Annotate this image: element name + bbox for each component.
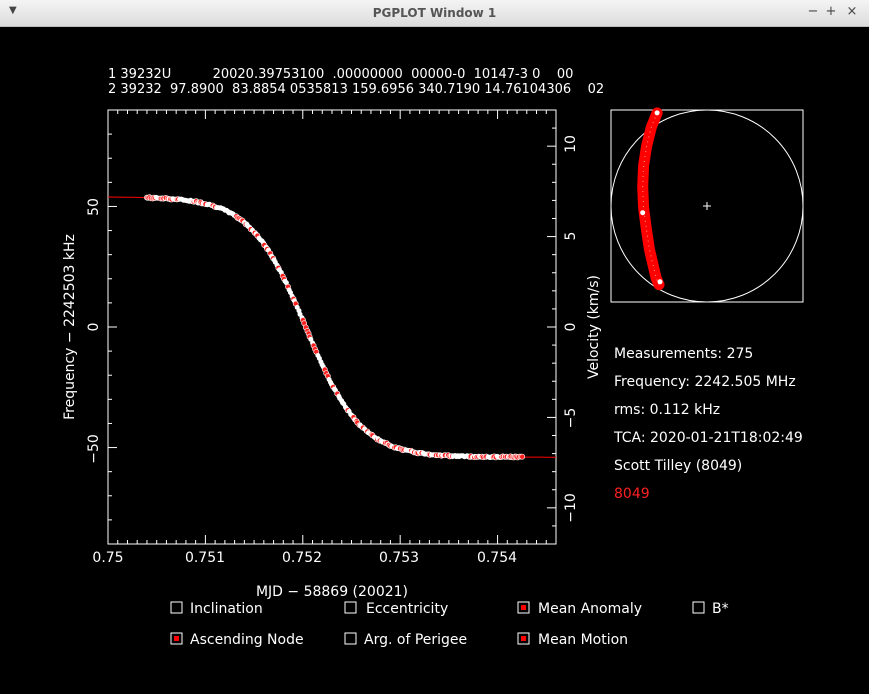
y2-tick-label: 0 xyxy=(563,323,579,332)
checkbox-mean-motion[interactable]: Mean Motion xyxy=(517,632,628,648)
observer-name: Scott Tilley (8049) xyxy=(614,458,742,474)
checkbox-label: Arg. of Perigee xyxy=(364,632,467,648)
measurement-points xyxy=(143,194,526,461)
station-id: 8049 xyxy=(614,486,650,502)
y2-tick-label: 10 xyxy=(563,135,579,153)
checkbox-label: B* xyxy=(712,601,729,617)
checkbox-mean-anomaly[interactable]: Mean Anomaly xyxy=(517,601,642,617)
x-tick-label: 0.754 xyxy=(477,550,517,566)
track-point xyxy=(657,279,663,285)
tle-line-2: 2 39232 97.8900 83.8854 0535813 159.6956… xyxy=(108,82,604,97)
tle-line-1: 1 39232U 20020.39753100 .00000000 00000-… xyxy=(108,67,573,82)
minimize-icon[interactable]: − xyxy=(806,4,820,19)
y-tick-label: 0 xyxy=(86,323,102,332)
checkbox-inclination[interactable]: Inclination xyxy=(170,601,263,617)
checkbox-label: Ascending Node xyxy=(190,632,304,648)
title-bar[interactable]: ▼ PGPLOT Window 1 − + × xyxy=(0,0,869,27)
x-tick-label: 0.753 xyxy=(379,550,419,566)
y2-tick-label: −10 xyxy=(563,493,579,523)
close-icon[interactable]: × xyxy=(845,4,859,19)
main-plot-frame xyxy=(107,109,557,545)
sky-view xyxy=(610,107,804,303)
x-tick-label: 0.75 xyxy=(92,550,123,566)
fit-curve xyxy=(108,196,556,458)
checkbox-bstar[interactable]: B* xyxy=(692,601,729,617)
checkbox-label: Eccentricity xyxy=(366,601,448,617)
pgplot-window: ▼ PGPLOT Window 1 − + × 1 39232U 20020.3… xyxy=(0,0,869,694)
track-band xyxy=(637,107,665,291)
y2-tick-label: −5 xyxy=(563,408,579,429)
checkbox-eccentricity[interactable]: Eccentricity xyxy=(344,601,448,617)
checkbox-label: Mean Motion xyxy=(538,632,628,648)
checkbox-arg-of-perigee[interactable]: Arg. of Perigee xyxy=(344,632,467,648)
frequency-value: Frequency: 2242.505 MHz xyxy=(614,374,796,390)
y2-axis-label: Velocity (km/s) xyxy=(586,275,602,379)
track-point xyxy=(654,110,660,116)
measurement-point xyxy=(519,453,526,460)
rms-value: rms: 0.112 kHz xyxy=(614,402,720,418)
maximize-icon[interactable]: + xyxy=(824,4,838,19)
plot-canvas: 1 39232U 20020.39753100 .00000000 00000-… xyxy=(62,67,804,648)
y-tick-label: 50 xyxy=(86,198,102,216)
main-axis-ticks xyxy=(107,110,557,544)
x-tick-label: 0.752 xyxy=(282,550,322,566)
y-tick-label: −50 xyxy=(86,434,102,464)
y2-tick-label: 5 xyxy=(563,232,579,241)
x-axis-label: MJD − 58869 (20021) xyxy=(256,584,408,600)
y-axis-label: Frequency − 2242503 kHz xyxy=(62,234,78,420)
window-title: PGPLOT Window 1 xyxy=(372,6,497,20)
fit-line xyxy=(108,196,556,458)
tca-value: TCA: 2020-01-21T18:02:49 xyxy=(613,430,803,446)
x-tick-label: 0.751 xyxy=(185,550,225,566)
ground-track xyxy=(637,107,665,291)
track-point xyxy=(640,210,646,216)
checkbox-label: Mean Anomaly xyxy=(538,601,642,617)
checkbox-ascending-node[interactable]: Ascending Node xyxy=(170,632,304,648)
measurements-count: Measurements: 275 xyxy=(614,346,753,362)
checkbox-label: Inclination xyxy=(190,601,263,617)
zenith-marker xyxy=(703,202,711,210)
